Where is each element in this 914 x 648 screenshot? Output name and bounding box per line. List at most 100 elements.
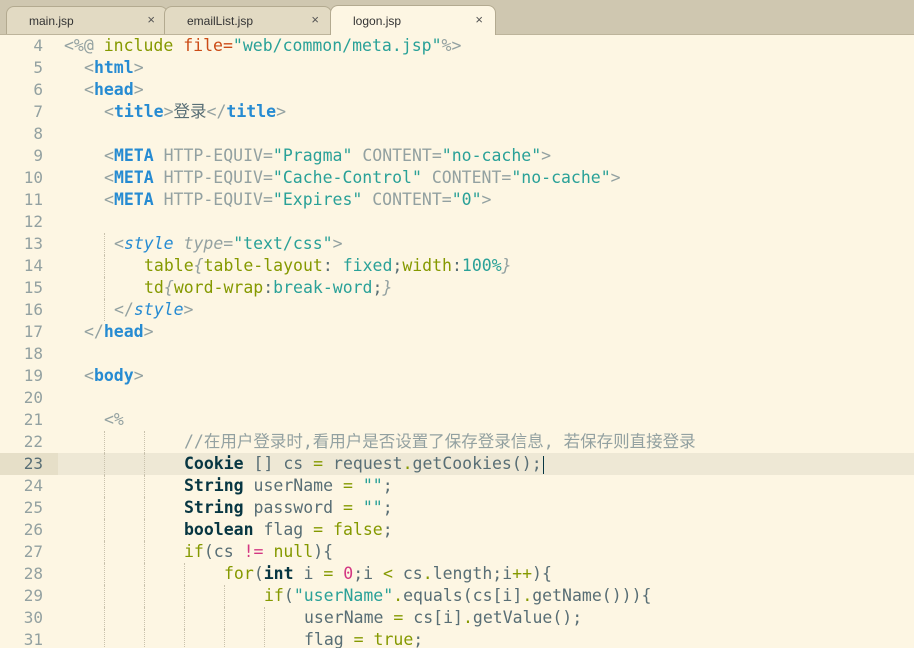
line-number: 23: [0, 453, 58, 475]
tab-main-jsp[interactable]: main.jsp ×: [6, 6, 168, 34]
code-text: table{table-layout: fixed;width:100%}: [144, 256, 512, 275]
code-text: flag = true;: [304, 630, 424, 648]
indent-guide: [104, 585, 105, 607]
indent-guide: [104, 519, 105, 541]
indent-guide: [104, 475, 105, 497]
line-number: 22: [23, 432, 43, 451]
code-line: 20: [0, 387, 914, 409]
indent-guide: [144, 585, 145, 607]
code-line: 4 <%@ include file="web/common/meta.jsp"…: [0, 35, 914, 57]
indent-guide: [144, 453, 145, 475]
line-number: 10: [23, 168, 43, 187]
indent-guide: [144, 563, 145, 585]
code-line: 27 if(cs != null){: [0, 541, 914, 563]
indent-guide: [104, 497, 105, 519]
line-number: 18: [23, 344, 43, 363]
code-text: <body>: [84, 366, 144, 385]
code-text: td{word-wrap:break-word;}: [144, 278, 393, 297]
code-line: 30 userName = cs[i].getValue();: [0, 607, 914, 629]
code-line: 22 //在用户登录时,看用户是否设置了保存登录信息, 若保存则直接登录: [0, 431, 914, 453]
indent-guide: [184, 563, 185, 585]
indent-guide: [184, 629, 185, 648]
line-number: 13: [23, 234, 43, 253]
code-text: <head>: [84, 80, 144, 99]
indent-guide: [144, 475, 145, 497]
indent-guide: [144, 431, 145, 453]
line-number: 21: [23, 410, 43, 429]
indent-guide: [264, 629, 265, 648]
code-text: <%@ include file="web/common/meta.jsp"%>: [64, 36, 462, 55]
code-text: if(cs != null){: [184, 542, 334, 561]
line-number: 12: [23, 212, 43, 231]
code-line: 19 <body>: [0, 365, 914, 387]
code-text: Cookie [] cs = request.getCookies();: [184, 454, 544, 474]
code-line: 8: [0, 123, 914, 145]
indent-guide: [104, 277, 105, 299]
code-line: 16 </style>: [0, 299, 914, 321]
close-icon[interactable]: ×: [475, 12, 483, 27]
code-line: 6 <head>: [0, 79, 914, 101]
line-number: 20: [23, 388, 43, 407]
code-line: 21 <%: [0, 409, 914, 431]
tab-label: logon.jsp: [353, 14, 402, 28]
code-text: <META HTTP-EQUIV="Expires" CONTENT="0">: [104, 190, 492, 209]
code-text: for(int i = 0;i < cs.length;i++){: [224, 564, 552, 583]
code-line: 12: [0, 211, 914, 233]
code-line: 24 String userName = "";: [0, 475, 914, 497]
indent-guide: [184, 607, 185, 629]
line-number: 11: [23, 190, 43, 209]
indent-guide: [104, 541, 105, 563]
line-number: 14: [23, 256, 43, 275]
line-number: 5: [33, 58, 43, 77]
code-text: userName = cs[i].getValue();: [304, 608, 583, 627]
line-number: 27: [23, 542, 43, 561]
code-line: 28 for(int i = 0;i < cs.length;i++){: [0, 563, 914, 585]
line-number: 29: [23, 586, 43, 605]
code-text: </head>: [84, 322, 154, 341]
close-icon[interactable]: ×: [147, 12, 155, 27]
indent-guide: [224, 585, 225, 607]
line-number: 28: [23, 564, 43, 583]
line-number: 16: [23, 300, 43, 319]
code-text: //在用户登录时,看用户是否设置了保存登录信息, 若保存则直接登录: [184, 432, 696, 451]
code-text: String userName = "";: [184, 476, 393, 495]
code-line: 15 td{word-wrap:break-word;}: [0, 277, 914, 299]
code-line: 17 </head>: [0, 321, 914, 343]
line-number: 8: [33, 124, 43, 143]
tab-logon-jsp[interactable]: logon.jsp ×: [330, 5, 496, 35]
line-number: 19: [23, 366, 43, 385]
line-number: 31: [23, 630, 43, 648]
indent-guide: [144, 519, 145, 541]
tab-label: main.jsp: [29, 14, 74, 28]
line-number: 25: [23, 498, 43, 517]
code-text: <title>登录</title>: [104, 102, 287, 121]
code-text: <style type="text/css">: [114, 234, 343, 253]
indent-guide: [224, 629, 225, 648]
close-icon[interactable]: ×: [311, 12, 319, 27]
line-number: 24: [23, 476, 43, 495]
indent-guide: [104, 299, 105, 321]
code-text: <html>: [84, 58, 144, 77]
code-line: 14 table{table-layout: fixed;width:100%}: [0, 255, 914, 277]
code-line: 11 <META HTTP-EQUIV="Expires" CONTENT="0…: [0, 189, 914, 211]
indent-guide: [184, 585, 185, 607]
indent-guide: [104, 607, 105, 629]
code-line: 9 <META HTTP-EQUIV="Pragma" CONTENT="no-…: [0, 145, 914, 167]
text-cursor: [542, 455, 544, 474]
code-text: <META HTTP-EQUIV="Cache-Control" CONTENT…: [104, 168, 621, 187]
code-line: 26 boolean flag = false;: [0, 519, 914, 541]
indent-guide: [104, 453, 105, 475]
indent-guide: [104, 431, 105, 453]
code-line: 25 String password = "";: [0, 497, 914, 519]
line-number: 17: [23, 322, 43, 341]
tab-emaillist-jsp[interactable]: emailList.jsp ×: [164, 6, 332, 34]
code-line: 18: [0, 343, 914, 365]
line-number: 26: [23, 520, 43, 539]
line-number: 4: [33, 36, 43, 55]
code-editor[interactable]: 4 <%@ include file="web/common/meta.jsp"…: [0, 35, 914, 648]
code-text: <META HTTP-EQUIV="Pragma" CONTENT="no-ca…: [104, 146, 552, 165]
indent-guide: [224, 607, 225, 629]
indent-guide: [104, 255, 105, 277]
code-text: if("userName".equals(cs[i].getName())){: [264, 586, 652, 605]
code-line: 5 <html>: [0, 57, 914, 79]
